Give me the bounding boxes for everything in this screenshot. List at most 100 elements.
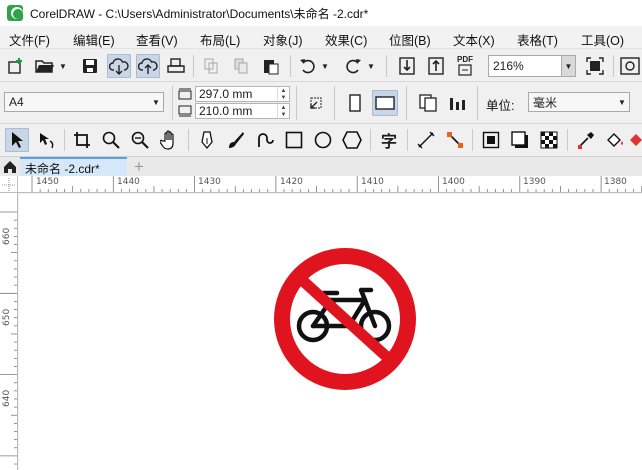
portrait-icon[interactable]: [344, 91, 366, 115]
menu-effects[interactable]: 效果(C): [325, 30, 367, 49]
toolbar-separator: [407, 129, 408, 151]
menu-file[interactable]: 文件(F): [9, 30, 50, 49]
toolbar-separator: [188, 129, 189, 151]
zoom-tool-icon[interactable]: [99, 128, 123, 152]
page-height-field[interactable]: 210.0 mm ▲ ▼: [195, 103, 290, 119]
crop-tool-icon[interactable]: [70, 128, 94, 152]
menu-bitmaps[interactable]: 位图(B): [389, 30, 431, 49]
rectangle-tool-icon[interactable]: [282, 128, 306, 152]
page-size-value: A4: [9, 95, 24, 109]
shape-tool-icon[interactable]: [35, 128, 59, 152]
page-size-select[interactable]: A4 ▼: [4, 92, 164, 112]
options-icon[interactable]: [619, 55, 641, 77]
bezier-curve-icon[interactable]: [253, 128, 277, 152]
property-bar: A4 ▼ 297.0 mm ▲ ▼ 210.0 mm ▲ ▼ 单位: 毫米 ▼: [0, 81, 642, 123]
toolbar-separator: [370, 129, 371, 151]
undo-dropdown-icon[interactable]: ▼: [320, 59, 330, 73]
toolbar-separator: [472, 129, 473, 151]
page-width-field[interactable]: 297.0 mm ▲ ▼: [195, 86, 290, 102]
transparency-tool-icon[interactable]: [537, 128, 561, 152]
add-tab-icon[interactable]: +: [129, 157, 149, 177]
interactive-fill-icon[interactable]: [603, 128, 627, 152]
menu-edit[interactable]: 编辑(E): [73, 30, 115, 49]
pick-tool-icon[interactable]: [5, 128, 29, 152]
copy-icon[interactable]: [230, 56, 252, 76]
toolbar-separator: [334, 86, 335, 120]
toolbox: 字: [0, 123, 642, 156]
menu-table[interactable]: 表格(T): [517, 30, 558, 49]
cloud-download-icon[interactable]: [107, 54, 131, 78]
document-tab-active[interactable]: 未命名 -2.cdr*: [20, 157, 127, 177]
no-bicycle-sign[interactable]: [274, 248, 416, 390]
ruler-label: 660: [2, 227, 12, 245]
paper-orientation-link-icon[interactable]: [305, 92, 327, 114]
width-spin-icon[interactable]: ▲ ▼: [277, 87, 289, 101]
pan-zoom-icon[interactable]: [128, 128, 152, 152]
page-width-icon: [177, 86, 193, 102]
drawing-canvas[interactable]: [19, 194, 642, 470]
chevron-down-icon[interactable]: ▼: [149, 93, 163, 111]
menu-tools[interactable]: 工具(O): [581, 30, 624, 49]
ruler-label: 1420: [280, 177, 303, 187]
standard-toolbar: ▼ ▼ ▼ PDF 216% ▼: [0, 48, 642, 81]
horizontal-ruler[interactable]: 1450 1440 1430 1420 1410 1400 1390 1380: [18, 176, 642, 193]
units-value: 毫米: [533, 95, 558, 110]
ruler-label: 1390: [523, 177, 546, 187]
open-folder-icon[interactable]: [34, 56, 56, 76]
text-tool-icon[interactable]: 字: [377, 128, 401, 152]
ruler-label: 1380: [604, 177, 627, 187]
redo-dropdown-icon[interactable]: ▼: [366, 59, 376, 73]
import-icon[interactable]: [396, 55, 418, 77]
home-icon[interactable]: [2, 158, 18, 176]
menu-object[interactable]: 对象(J): [263, 30, 303, 49]
redo-icon[interactable]: [342, 56, 364, 76]
ellipse-tool-icon[interactable]: [311, 128, 335, 152]
cut-icon[interactable]: [200, 56, 222, 76]
publish-pdf-icon[interactable]: PDF: [453, 54, 477, 78]
smart-fill-icon[interactable]: [628, 128, 642, 152]
new-document-icon[interactable]: [5, 56, 27, 76]
title-bar: CorelDRAW - C:\Users\Administrator\Docum…: [0, 0, 642, 26]
print-icon[interactable]: [165, 56, 187, 76]
ruler-label: 1410: [361, 177, 384, 187]
toolbar-separator: [64, 129, 65, 151]
toolbar-separator: [193, 55, 194, 77]
document-tab-bar: 未命名 -2.cdr* +: [0, 156, 642, 177]
dimension-tool-icon[interactable]: [414, 128, 438, 152]
menu-layout[interactable]: 布局(L): [200, 30, 240, 49]
artistic-media-icon[interactable]: [224, 128, 248, 152]
zoom-level-select[interactable]: 216% ▼: [488, 55, 576, 77]
open-dropdown-icon[interactable]: ▼: [58, 59, 68, 73]
all-pages-icon[interactable]: [416, 91, 440, 115]
units-select[interactable]: 毫米 ▼: [528, 92, 630, 112]
connector-tool-icon[interactable]: [443, 128, 467, 152]
freehand-tool-icon[interactable]: [195, 128, 219, 152]
contour-tool-icon[interactable]: [479, 128, 503, 152]
document-tab-label: 未命名 -2.cdr*: [25, 161, 100, 176]
toolbar-separator: [613, 55, 614, 77]
paste-icon[interactable]: [260, 56, 282, 76]
zoom-level-value: 216%: [493, 59, 524, 73]
pdf-label: PDF: [457, 55, 473, 64]
drop-shadow-icon[interactable]: [508, 128, 532, 152]
height-spin-icon[interactable]: ▲ ▼: [277, 104, 289, 118]
landscape-icon[interactable]: [372, 90, 398, 116]
eyedropper-icon[interactable]: [574, 128, 598, 152]
menu-bar: 文件(F) 编辑(E) 查看(V) 布局(L) 对象(J) 效果(C) 位图(B…: [0, 26, 642, 48]
pan-tool-icon[interactable]: [157, 128, 181, 152]
full-screen-preview-icon[interactable]: [584, 55, 606, 77]
polygon-tool-icon[interactable]: [340, 128, 364, 152]
current-page-icon[interactable]: [446, 91, 470, 115]
save-icon[interactable]: [80, 56, 100, 76]
chevron-down-icon[interactable]: ▼: [561, 56, 575, 76]
menu-text[interactable]: 文本(X): [453, 30, 495, 49]
export-icon[interactable]: [425, 55, 447, 77]
cloud-upload-icon[interactable]: [136, 54, 160, 78]
coreldraw-logo-icon: [7, 5, 23, 21]
menu-view[interactable]: 查看(V): [136, 30, 178, 49]
chevron-down-icon[interactable]: ▼: [615, 93, 629, 111]
ruler-origin-corner[interactable]: [0, 176, 18, 193]
undo-icon[interactable]: [297, 56, 319, 76]
vertical-ruler[interactable]: 660 650 640: [0, 193, 18, 470]
toolbar-separator: [386, 55, 387, 77]
